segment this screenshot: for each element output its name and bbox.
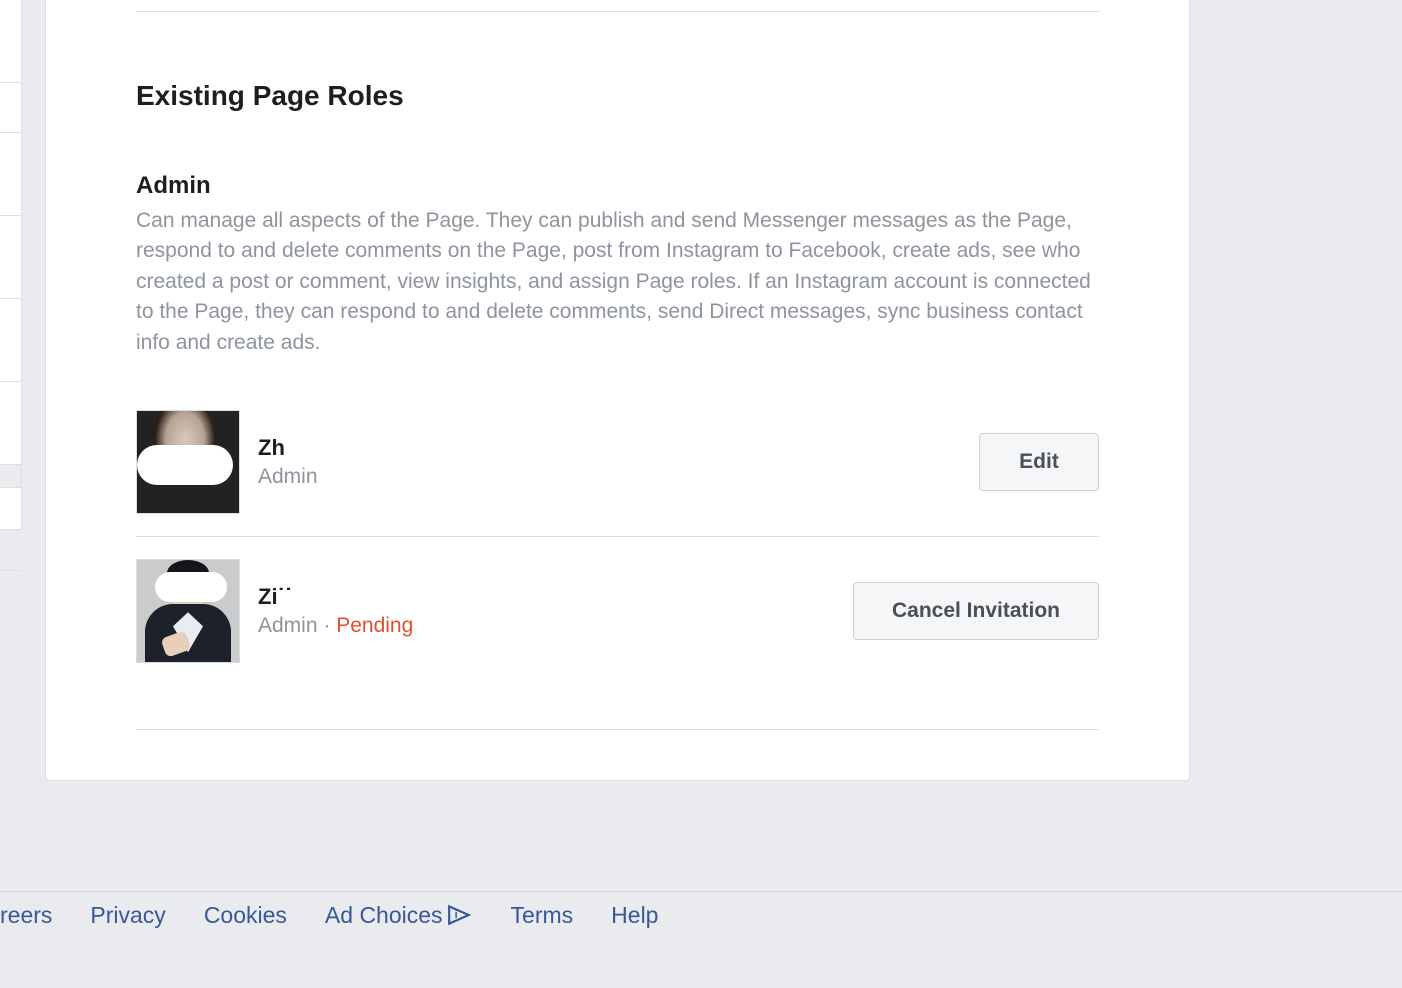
role-label: Admin bbox=[258, 614, 318, 637]
ad-choices-label: Ad Choices bbox=[325, 902, 443, 929]
role-label: Admin bbox=[258, 465, 318, 488]
page-roles-card: Existing Page Roles Admin Can manage all… bbox=[45, 0, 1190, 781]
avatar bbox=[136, 410, 240, 514]
avatar bbox=[136, 559, 240, 663]
role-row: Zh Admin Edit bbox=[136, 388, 1099, 536]
role-sub: Admin · Pending bbox=[258, 614, 853, 638]
cancel-invitation-button[interactable]: Cancel Invitation bbox=[853, 582, 1099, 640]
footer-link-privacy[interactable]: Privacy bbox=[90, 842, 165, 988]
separator-dot: · bbox=[323, 614, 336, 637]
footer-link-careers[interactable]: reers bbox=[0, 842, 52, 988]
role-row: Zi˙˙ Admin · Pending Cancel Invitation bbox=[136, 536, 1099, 685]
role-name: Zh bbox=[258, 435, 979, 461]
section-title: Existing Page Roles bbox=[136, 80, 1099, 112]
adchoices-icon: i bbox=[447, 904, 473, 926]
role-info: Zh Admin bbox=[240, 435, 979, 489]
role-sub: Admin bbox=[258, 465, 979, 489]
svg-text:i: i bbox=[454, 909, 457, 921]
role-group-description: Can manage all aspects of the Page. They… bbox=[136, 206, 1099, 358]
edit-button[interactable]: Edit bbox=[979, 433, 1099, 491]
footer-link-cookies[interactable]: Cookies bbox=[204, 842, 287, 988]
left-nav-fragment bbox=[0, 0, 22, 530]
footer-links: reers Privacy Cookies Ad Choices i Terms… bbox=[0, 818, 1402, 988]
role-info: Zi˙˙ Admin · Pending bbox=[240, 584, 853, 638]
footer-link-terms[interactable]: Terms bbox=[511, 842, 574, 988]
role-name: Zi˙˙ bbox=[258, 584, 853, 610]
divider bbox=[136, 11, 1099, 12]
role-group-title: Admin bbox=[136, 172, 1099, 200]
divider bbox=[136, 729, 1099, 730]
footer-link-help[interactable]: Help bbox=[611, 842, 658, 988]
status-badge: Pending bbox=[336, 614, 413, 637]
footer-link-ad-choices[interactable]: Ad Choices i bbox=[325, 842, 473, 988]
